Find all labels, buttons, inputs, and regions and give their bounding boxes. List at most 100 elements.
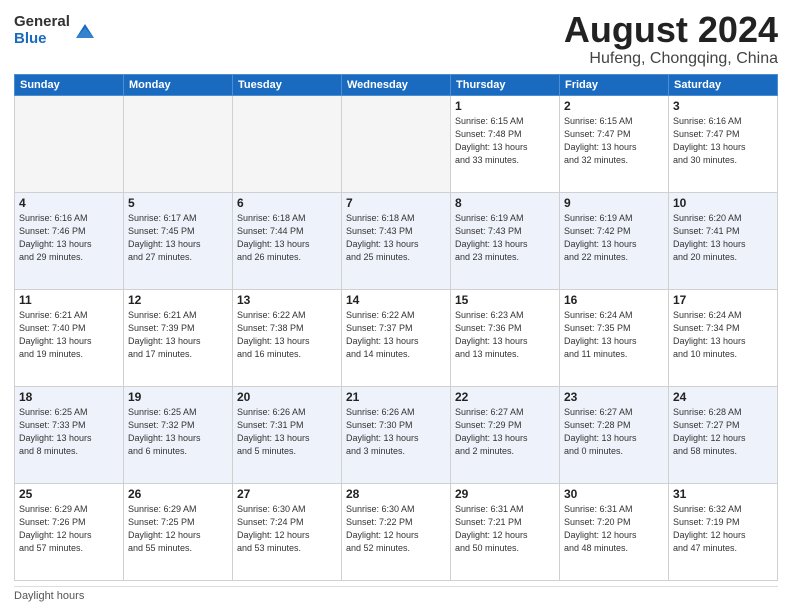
calendar-cell <box>233 95 342 192</box>
calendar-cell: 17Sunrise: 6:24 AM Sunset: 7:34 PM Dayli… <box>669 289 778 386</box>
day-info: Sunrise: 6:16 AM Sunset: 7:47 PM Dayligh… <box>673 115 773 167</box>
day-number: 12 <box>128 293 228 307</box>
day-info: Sunrise: 6:29 AM Sunset: 7:26 PM Dayligh… <box>19 503 119 555</box>
calendar-cell: 20 Sunrise: 6:26 AM Sunset: 7:31 PM Dayli… <box>233 386 342 483</box>
calendar-header-saturday: Saturday <box>669 74 778 95</box>
logo: General Blue <box>14 14 96 47</box>
calendar-cell: 12 Sunrise: 6:21 AM Sunset: 7:39 PM Dayli… <box>124 289 233 386</box>
day-info: Sunrise: 6:16 AM Sunset: 7:46 PM Dayligh… <box>19 212 119 264</box>
calendar-cell: 27Sunrise: 6:30 AM Sunset: 7:24 PM Dayli… <box>233 483 342 580</box>
day-number: 25 <box>19 487 119 501</box>
day-info: Sunrise: 6:29 AM Sunset: 7:25 PM Dayligh… <box>128 503 228 555</box>
day-number: 9 <box>564 196 664 210</box>
calendar-cell: 9Sunrise: 6:19 AM Sunset: 7:42 PM Daylig… <box>560 192 669 289</box>
calendar-cell: 14Sunrise: 6:22 AM Sunset: 7:37 PM Dayli… <box>342 289 451 386</box>
day-number: 10 <box>673 196 773 210</box>
day-number: 20 <box>237 390 337 404</box>
calendar-header-sunday: Sunday <box>15 74 124 95</box>
day-number: 7 <box>346 196 446 210</box>
calendar-cell <box>124 95 233 192</box>
calendar-cell: 29 Sunrise: 6:31 AM Sunset: 7:21 PM Dayli… <box>451 483 560 580</box>
day-number: 29 <box>455 487 555 501</box>
day-info: Sunrise: 6:30 AM Sunset: 7:24 PM Dayligh… <box>237 503 337 555</box>
day-number: 6 <box>237 196 337 210</box>
calendar-cell: 1 Sunrise: 6:15 AM Sunset: 7:48 PM Daylig… <box>451 95 560 192</box>
logo-text: General Blue <box>14 14 70 47</box>
day-info: Sunrise: 6:15 AM Sunset: 7:47 PM Dayligh… <box>564 115 664 167</box>
calendar-cell <box>342 95 451 192</box>
calendar-header-friday: Friday <box>560 74 669 95</box>
calendar-cell <box>15 95 124 192</box>
daylight-label: Daylight hours <box>14 590 84 602</box>
calendar-cell: 13 Sunrise: 6:22 AM Sunset: 7:38 PM Dayli… <box>233 289 342 386</box>
day-number: 8 <box>455 196 555 210</box>
calendar-header-thursday: Thursday <box>451 74 560 95</box>
day-number: 16 <box>564 293 664 307</box>
calendar-cell: 7 Sunrise: 6:18 AM Sunset: 7:43 PM Daylig… <box>342 192 451 289</box>
day-number: 31 <box>673 487 773 501</box>
day-number: 21 <box>346 390 446 404</box>
day-info: Sunrise: 6:25 AM Sunset: 7:32 PM Dayligh… <box>128 406 228 458</box>
day-number: 18 <box>19 390 119 404</box>
day-number: 1 <box>455 99 555 113</box>
day-info: Sunrise: 6:27 AM Sunset: 7:28 PM Dayligh… <box>564 406 664 458</box>
day-info: Sunrise: 6:18 AM Sunset: 7:43 PM Dayligh… <box>346 212 446 264</box>
calendar-header-tuesday: Tuesday <box>233 74 342 95</box>
page: General Blue August 2024 Hufeng, Chongqi… <box>0 0 792 612</box>
day-info: Sunrise: 6:31 AM Sunset: 7:21 PM Dayligh… <box>455 503 555 555</box>
logo-general: General <box>14 14 70 31</box>
day-info: Sunrise: 6:22 AM Sunset: 7:37 PM Dayligh… <box>346 309 446 361</box>
calendar-cell: 5 Sunrise: 6:17 AM Sunset: 7:45 PM Daylig… <box>124 192 233 289</box>
day-number: 2 <box>564 99 664 113</box>
day-info: Sunrise: 6:18 AM Sunset: 7:44 PM Dayligh… <box>237 212 337 264</box>
calendar-cell: 18 Sunrise: 6:25 AM Sunset: 7:33 PM Dayli… <box>15 386 124 483</box>
day-info: Sunrise: 6:19 AM Sunset: 7:43 PM Dayligh… <box>455 212 555 264</box>
day-number: 15 <box>455 293 555 307</box>
calendar-cell: 16 Sunrise: 6:24 AM Sunset: 7:35 PM Dayli… <box>560 289 669 386</box>
day-number: 24 <box>673 390 773 404</box>
day-info: Sunrise: 6:32 AM Sunset: 7:19 PM Dayligh… <box>673 503 773 555</box>
day-info: Sunrise: 6:24 AM Sunset: 7:35 PM Dayligh… <box>564 309 664 361</box>
day-info: Sunrise: 6:21 AM Sunset: 7:39 PM Dayligh… <box>128 309 228 361</box>
day-number: 19 <box>128 390 228 404</box>
day-number: 30 <box>564 487 664 501</box>
day-info: Sunrise: 6:26 AM Sunset: 7:31 PM Dayligh… <box>237 406 337 458</box>
day-number: 3 <box>673 99 773 113</box>
subtitle: Hufeng, Chongqing, China <box>564 50 778 68</box>
day-info: Sunrise: 6:15 AM Sunset: 7:48 PM Dayligh… <box>455 115 555 167</box>
calendar-cell: 6 Sunrise: 6:18 AM Sunset: 7:44 PM Daylig… <box>233 192 342 289</box>
calendar-header-monday: Monday <box>124 74 233 95</box>
logo-icon <box>74 20 96 42</box>
day-info: Sunrise: 6:20 AM Sunset: 7:41 PM Dayligh… <box>673 212 773 264</box>
day-number: 28 <box>346 487 446 501</box>
day-info: Sunrise: 6:17 AM Sunset: 7:45 PM Dayligh… <box>128 212 228 264</box>
calendar-cell: 15 Sunrise: 6:23 AM Sunset: 7:36 PM Dayli… <box>451 289 560 386</box>
day-info: Sunrise: 6:25 AM Sunset: 7:33 PM Dayligh… <box>19 406 119 458</box>
day-info: Sunrise: 6:21 AM Sunset: 7:40 PM Dayligh… <box>19 309 119 361</box>
calendar-cell: 11Sunrise: 6:21 AM Sunset: 7:40 PM Dayli… <box>15 289 124 386</box>
calendar-cell: 31 Sunrise: 6:32 AM Sunset: 7:19 PM Dayli… <box>669 483 778 580</box>
calendar-cell: 28 Sunrise: 6:30 AM Sunset: 7:22 PM Dayli… <box>342 483 451 580</box>
day-number: 26 <box>128 487 228 501</box>
calendar-cell: 8 Sunrise: 6:19 AM Sunset: 7:43 PM Daylig… <box>451 192 560 289</box>
day-info: Sunrise: 6:24 AM Sunset: 7:34 PM Dayligh… <box>673 309 773 361</box>
header: General Blue August 2024 Hufeng, Chongqi… <box>14 10 778 68</box>
day-info: Sunrise: 6:30 AM Sunset: 7:22 PM Dayligh… <box>346 503 446 555</box>
calendar-cell: 10 Sunrise: 6:20 AM Sunset: 7:41 PM Dayli… <box>669 192 778 289</box>
calendar-cell: 26 Sunrise: 6:29 AM Sunset: 7:25 PM Dayli… <box>124 483 233 580</box>
calendar-cell: 21Sunrise: 6:26 AM Sunset: 7:30 PM Dayli… <box>342 386 451 483</box>
day-number: 22 <box>455 390 555 404</box>
calendar-header-wednesday: Wednesday <box>342 74 451 95</box>
day-number: 5 <box>128 196 228 210</box>
day-info: Sunrise: 6:23 AM Sunset: 7:36 PM Dayligh… <box>455 309 555 361</box>
calendar-table: SundayMondayTuesdayWednesdayThursdayFrid… <box>14 74 778 581</box>
calendar-cell: 24Sunrise: 6:28 AM Sunset: 7:27 PM Dayli… <box>669 386 778 483</box>
main-title: August 2024 <box>564 10 778 50</box>
day-number: 23 <box>564 390 664 404</box>
title-block: August 2024 Hufeng, Chongqing, China <box>564 10 778 68</box>
day-number: 13 <box>237 293 337 307</box>
calendar-cell: 25 Sunrise: 6:29 AM Sunset: 7:26 PM Dayli… <box>15 483 124 580</box>
day-info: Sunrise: 6:22 AM Sunset: 7:38 PM Dayligh… <box>237 309 337 361</box>
day-info: Sunrise: 6:27 AM Sunset: 7:29 PM Dayligh… <box>455 406 555 458</box>
calendar-cell: 4Sunrise: 6:16 AM Sunset: 7:46 PM Daylig… <box>15 192 124 289</box>
